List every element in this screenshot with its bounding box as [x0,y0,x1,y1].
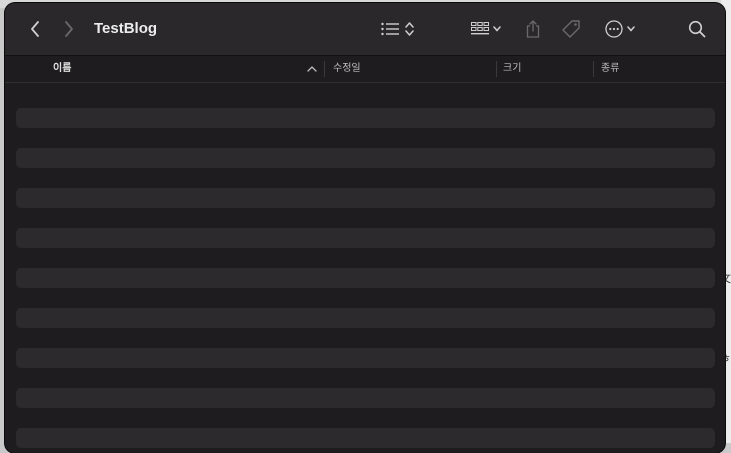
search-button[interactable] [686,18,708,40]
list-icon [380,22,401,36]
group-button[interactable] [467,17,505,41]
column-header: 이름 수정일 크기 종류 [5,56,725,83]
column-kind-header[interactable]: 종류 [601,56,711,82]
tag-icon [561,19,581,39]
tag-button[interactable] [559,17,583,41]
share-button[interactable] [523,17,543,41]
column-name-label: 이름 [53,63,72,74]
list-row-stripe [16,148,715,168]
toolbar: TestBlog [5,3,725,56]
share-icon [526,20,540,38]
list-row-stripe [16,108,715,128]
view-options-button[interactable] [377,17,417,41]
chevron-right-icon [64,21,74,37]
finder-window: TestBlog 이름 수정일 크기 종류 [5,3,725,453]
list-row-stripe [16,428,715,448]
forward-button[interactable] [59,19,79,39]
list-row-stripe [16,308,715,328]
back-button[interactable] [25,19,45,39]
more-actions-button[interactable] [601,17,639,41]
chevron-down-icon [493,26,501,32]
list-row-stripe [16,348,715,368]
column-divider[interactable] [496,61,497,77]
column-divider[interactable] [593,61,594,77]
column-divider[interactable] [324,61,325,77]
window-title: TestBlog [94,20,158,37]
grid-icon [471,22,489,36]
column-modified-label: 수정일 [333,63,361,74]
chevron-down-icon [627,26,635,32]
column-size-label: 크기 [503,63,522,74]
column-size-header[interactable]: 크기 [503,56,593,82]
column-kind-label: 종류 [601,63,620,74]
column-name-header[interactable]: 이름 [53,56,323,82]
chevron-left-icon [30,21,40,37]
chevron-updown-icon [404,21,414,37]
column-modified-header[interactable]: 수정일 [333,56,493,82]
ellipsis-circle-icon [605,20,623,38]
list-row-stripe [16,228,715,248]
list-row-stripe [16,268,715,288]
list-row-stripe [16,188,715,208]
file-list[interactable] [5,83,725,453]
list-row-stripe [16,388,715,408]
search-icon [688,20,706,38]
